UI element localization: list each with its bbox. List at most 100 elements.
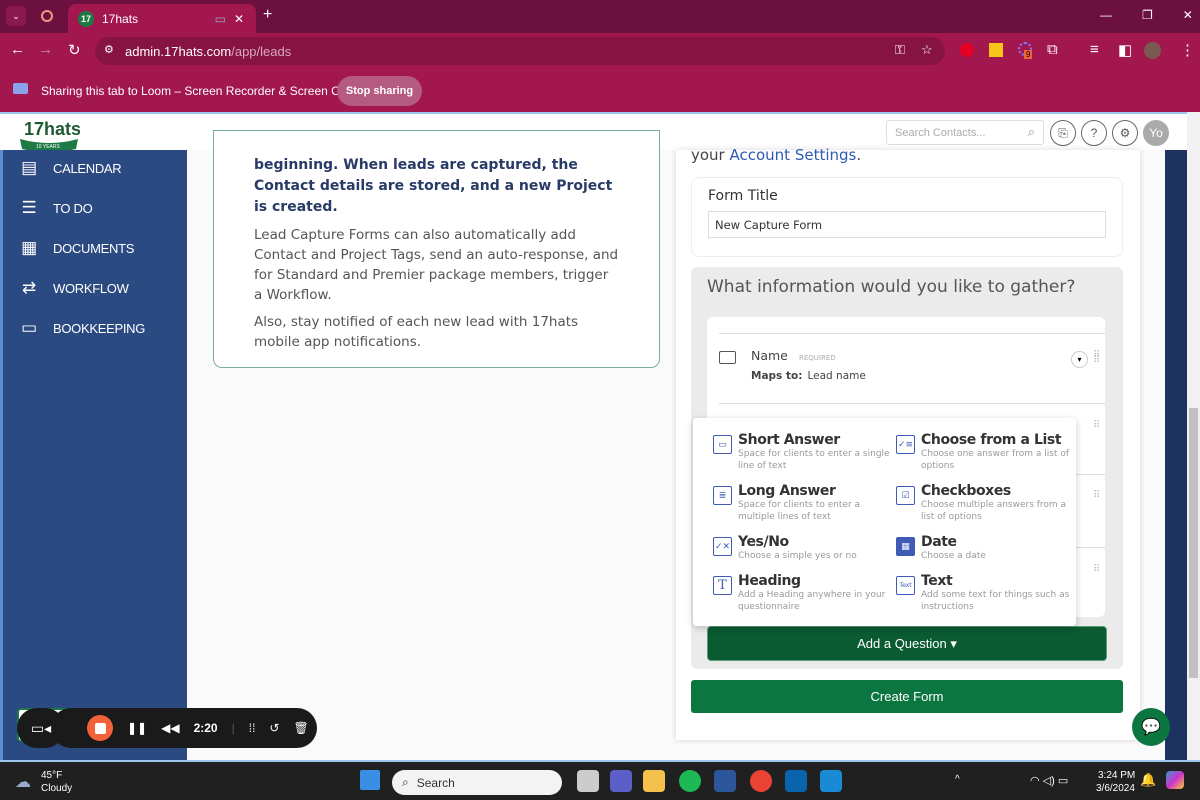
form-title-input[interactable] xyxy=(708,211,1106,238)
chat-support-button[interactable]: 💬 xyxy=(1132,708,1170,746)
menu-item-title: Choose from a List xyxy=(921,432,1062,448)
question-options-dropdown[interactable]: ▾ xyxy=(1071,351,1088,368)
tab-search-button[interactable]: ⌄ xyxy=(6,6,26,26)
account-settings-text: your Account Settings. xyxy=(691,146,861,164)
close-tab-icon[interactable]: ✕ xyxy=(234,12,244,26)
weather-temp: 45°F xyxy=(41,770,63,781)
user-avatar[interactable]: Yo xyxy=(1143,120,1169,146)
menu-item-choose-list[interactable]: ✓≡ Choose from a List Choose one answer fr… xyxy=(896,432,1076,472)
site-info-icon[interactable]: ⚙ xyxy=(104,43,114,56)
info-paragraph: Lead Capture Forms can also automaticall… xyxy=(254,227,619,303)
sidebar-item-documents[interactable]: ▦ DOCUMENTS xyxy=(19,238,134,258)
media-control-icon[interactable]: ≡ xyxy=(1090,41,1099,58)
sidebar-item-label: WORKFLOW xyxy=(53,280,129,296)
forward-icon[interactable]: → xyxy=(38,41,53,58)
list-icon: ☰ xyxy=(21,198,37,217)
checkboxes-icon: ☑ xyxy=(896,486,915,505)
side-panel-icon[interactable]: ◧ xyxy=(1118,41,1132,59)
word-icon[interactable] xyxy=(714,770,736,792)
sidebar-item-todo[interactable]: ☰ TO DO xyxy=(19,198,93,218)
bookmark-star-icon[interactable]: ☆ xyxy=(921,42,933,58)
menu-item-long-answer[interactable]: ≣ Long Answer Space for clients to enter a… xyxy=(713,483,893,523)
sidebar-item-bookkeeping[interactable]: ▭ BOOKKEEPING xyxy=(19,318,145,338)
loom-recording-tab-icon[interactable] xyxy=(41,10,53,22)
question-item-name[interactable]: Name REQUIRED Maps to: Lead name xyxy=(751,345,866,383)
teams-icon[interactable] xyxy=(610,770,632,792)
back-icon[interactable]: ← xyxy=(10,41,25,58)
profile-avatar[interactable] xyxy=(1144,42,1161,59)
tray-chevron-icon[interactable]: ^ xyxy=(955,774,960,785)
taskbar-search[interactable]: ⌕ Search xyxy=(392,770,562,795)
drag-handle-icon[interactable]: ⠿ xyxy=(1093,421,1101,431)
camera-toggle-button[interactable]: ▭◂ xyxy=(17,708,65,748)
form-title-label: Form Title xyxy=(708,188,778,204)
menu-item-date[interactable]: ▦ Date Choose a date xyxy=(896,534,1076,562)
create-form-button[interactable]: Create Form xyxy=(691,680,1123,713)
drag-handle-icon[interactable]: ⠿ xyxy=(1093,491,1101,501)
menu-kebab-icon[interactable]: ⋮ xyxy=(1180,41,1195,59)
active-tab[interactable]: 17 17hats ▭ ✕ xyxy=(68,4,256,33)
17hats-favicon: 17 xyxy=(78,10,94,27)
question-name: Name xyxy=(751,348,788,363)
copy-icon[interactable]: ⎘ xyxy=(1050,120,1076,146)
account-settings-link[interactable]: Account Settings xyxy=(730,146,857,164)
clock-date[interactable]: 3/6/2024 xyxy=(1096,783,1135,794)
pinterest-extension-icon[interactable] xyxy=(960,43,974,57)
password-key-icon[interactable]: ⚿ xyxy=(895,42,905,58)
settings-gear-icon[interactable]: ⚙ xyxy=(1112,120,1138,146)
close-window-icon[interactable]: ✕ xyxy=(1183,8,1193,22)
17hats-logo[interactable]: 17hats 10 YEARS xyxy=(18,117,80,151)
pause-icon[interactable]: ❚❚ xyxy=(127,721,147,735)
minimize-icon[interactable]: — xyxy=(1100,8,1112,22)
search-contacts-input[interactable]: Search Contacts... ⌕ xyxy=(886,120,1044,145)
svg-text:17hats: 17hats xyxy=(24,119,80,139)
outlook-icon[interactable] xyxy=(785,770,807,792)
add-question-button[interactable]: Add a Question ▾ xyxy=(707,626,1107,661)
file-explorer-icon[interactable] xyxy=(643,770,665,792)
menu-item-text[interactable]: Text Text Add some text for things such as… xyxy=(896,573,1076,613)
page-scrollbar[interactable] xyxy=(1187,112,1200,760)
search-icon[interactable]: ⌕ xyxy=(1028,124,1035,140)
wifi-volume-battery-icons[interactable]: ◠ ◁) ▭ xyxy=(1030,774,1068,787)
menu-item-title: Long Answer xyxy=(738,483,836,499)
maximize-icon[interactable]: ❐ xyxy=(1142,8,1153,22)
menu-item-desc: Choose a date xyxy=(921,551,986,561)
sidebar-item-workflow[interactable]: ⇄ WORKFLOW xyxy=(19,278,129,298)
reload-icon[interactable]: ↻ xyxy=(68,41,81,59)
spotify-icon[interactable] xyxy=(679,770,701,792)
drag-handle-icon[interactable]: ⠿ ⠿ xyxy=(1093,351,1101,366)
windows-taskbar: ☁ 45°F Cloudy ⌕ Search ^ ◠ ◁) ▭ 3:24 PM 3… xyxy=(0,760,1200,800)
extensions-puzzle-icon[interactable]: ⧉ xyxy=(1047,41,1058,58)
menu-item-checkboxes[interactable]: ☑ Checkboxes Choose multiple answers from … xyxy=(896,483,1076,523)
stop-recording-button[interactable] xyxy=(87,715,113,741)
help-icon[interactable]: ? xyxy=(1081,120,1107,146)
new-tab-button[interactable]: + xyxy=(263,6,272,24)
drawing-tools-icon[interactable]: ⁞⁞ xyxy=(249,721,256,735)
text: . xyxy=(856,146,862,164)
chrome-icon[interactable] xyxy=(750,770,772,792)
address-bar[interactable]: ⚙ admin.17hats.com/app/leads ⚿ ☆ xyxy=(95,37,945,65)
drag-handle-icon[interactable]: ⠿ xyxy=(1093,565,1101,575)
sidebar-item-calendar[interactable]: ▤ CALENDAR xyxy=(19,158,122,178)
info-bold-text: beginning. When leads are captured, the … xyxy=(254,157,613,215)
notification-bell-icon[interactable]: 🔔 xyxy=(1140,772,1156,788)
store-icon[interactable] xyxy=(820,770,842,792)
menu-item-heading[interactable]: T Heading Add a Heading anywhere in your q… xyxy=(713,573,893,613)
menu-item-short-answer[interactable]: ▭ Short Answer Space for clients to enter … xyxy=(713,432,893,472)
stop-sharing-button[interactable]: Stop sharing xyxy=(337,76,422,106)
camera-icon: ▭◂ xyxy=(30,719,52,736)
windows-start-icon[interactable] xyxy=(360,770,380,790)
extension-icon[interactable] xyxy=(989,43,1003,57)
restart-icon[interactable]: ↺ xyxy=(269,721,279,735)
delete-icon[interactable]: 🗑 xyxy=(293,721,308,735)
rewind-icon[interactable]: ◀◀ xyxy=(161,721,179,735)
scrollbar-thumb[interactable] xyxy=(1189,408,1198,678)
clock-time[interactable]: 3:24 PM xyxy=(1098,770,1135,781)
search-placeholder: Search Contacts... xyxy=(895,127,986,139)
search-icon: ⌕ xyxy=(402,775,409,789)
info-paragraph: Also, stay notified of each new lead wit… xyxy=(254,314,579,350)
copilot-icon[interactable] xyxy=(1166,771,1184,789)
task-view-icon[interactable] xyxy=(577,770,599,792)
browser-tab-strip: ⌄ 17 17hats ▭ ✕ + — ❐ ✕ xyxy=(0,0,1200,33)
menu-item-yes-no[interactable]: ✓✕ Yes/No Choose a simple yes or no xyxy=(713,534,893,562)
